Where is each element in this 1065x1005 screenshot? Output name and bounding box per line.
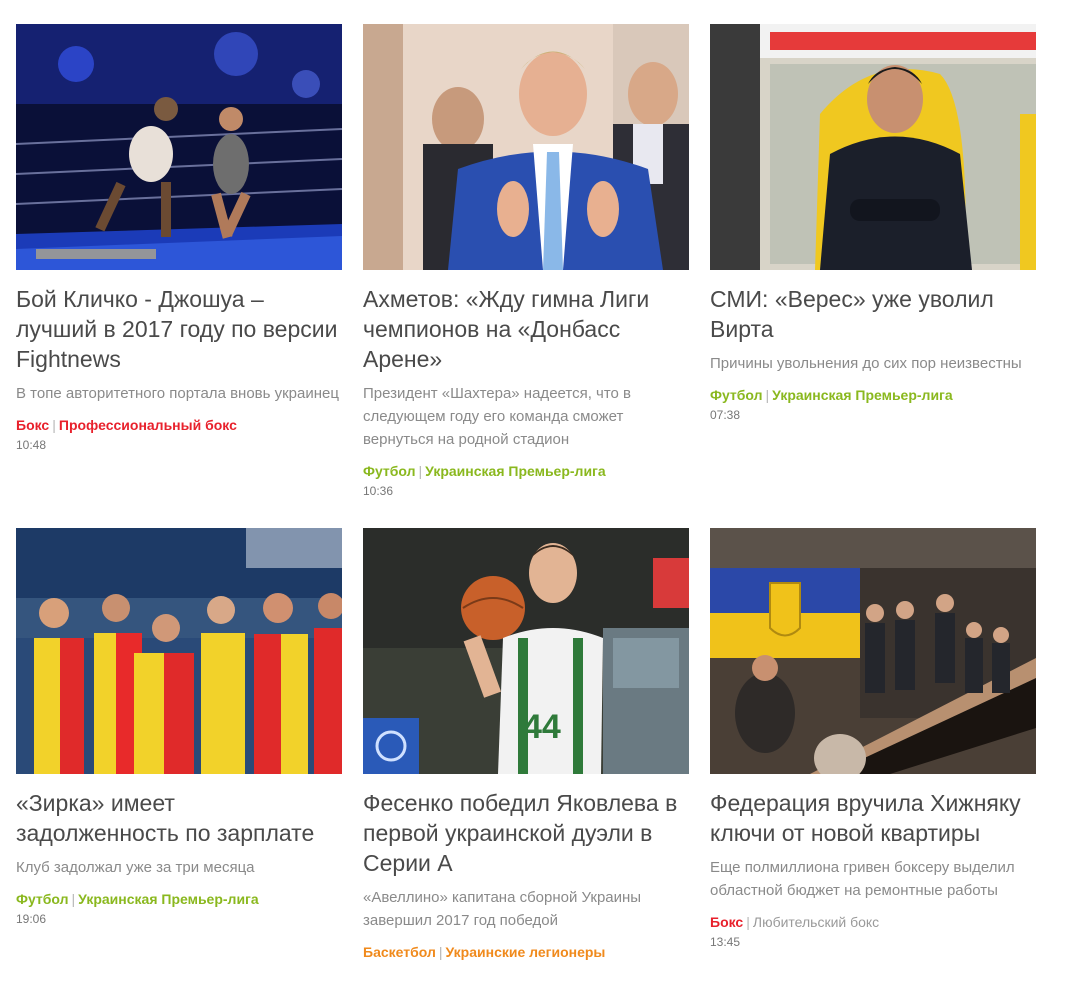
- article-tags: Футбол | Украинская Премьер-лига: [16, 889, 342, 909]
- ceremony-room-image: [710, 528, 1036, 774]
- tag-separator: |: [746, 914, 750, 930]
- tag-sport[interactable]: Бокс: [16, 417, 49, 433]
- article-lead: Клуб задолжал уже за три месяца: [16, 859, 255, 876]
- man-clapping-image: [363, 24, 689, 270]
- tag-separator: |: [52, 417, 56, 433]
- tag-sport[interactable]: Футбол: [710, 387, 763, 403]
- article-tags: Баскетбол | Украинские легионеры: [363, 942, 689, 962]
- article-time: 13:45: [710, 935, 741, 949]
- tag-category[interactable]: Украинская Премьер-лига: [425, 463, 606, 479]
- news-card[interactable]: «Зирка» имеет задолженность по зарплате …: [16, 528, 342, 927]
- article-title[interactable]: СМИ: «Верес» уже уволил Вирта: [710, 284, 1036, 344]
- article-image-link[interactable]: [710, 528, 1036, 774]
- tag-category[interactable]: Украинские легионеры: [445, 944, 605, 960]
- article-lead: Еще полмиллиона гривен боксеру выделил о…: [710, 859, 1015, 899]
- news-card[interactable]: Ахметов: «Жду гимна Лиги чемпионов на «Д…: [363, 24, 689, 499]
- tag-sport[interactable]: Футбол: [16, 891, 69, 907]
- news-card[interactable]: Федерация вручила Хижняку ключи от новой…: [710, 528, 1036, 950]
- tag-separator: |: [418, 463, 423, 479]
- article-tags: Футбол | Украинская Премьер-лига: [363, 461, 689, 481]
- svg-text:44: 44: [523, 708, 561, 746]
- article-image-link[interactable]: [16, 24, 342, 270]
- news-card[interactable]: Бой Кличко - Джошуа – лучший в 2017 году…: [16, 24, 342, 453]
- article-title[interactable]: Федерация вручила Хижняку ключи от новой…: [710, 788, 1036, 848]
- article-title[interactable]: «Зирка» имеет задолженность по зарплате: [16, 788, 342, 848]
- article-image-link[interactable]: 44: [363, 528, 689, 774]
- tag-sport[interactable]: Футбол: [363, 463, 416, 479]
- tag-sport[interactable]: Баскетбол: [363, 944, 436, 960]
- article-title[interactable]: Ахметов: «Жду гимна Лиги чемпионов на «Д…: [363, 284, 689, 374]
- news-card[interactable]: 44 Фесенко победил Яковлева в первой укр…: [363, 528, 689, 964]
- article-time: 19:06: [16, 912, 47, 926]
- article-lead: Президент «Шахтера» надеется, что в след…: [363, 385, 632, 448]
- news-card[interactable]: СМИ: «Верес» уже уволил Вирта Причины ув…: [710, 24, 1036, 423]
- tag-sport[interactable]: Бокс: [710, 914, 743, 930]
- article-lead: «Авеллино» капитана сборной Украины заве…: [363, 889, 642, 929]
- basketball-player-image: 44: [363, 528, 689, 774]
- article-time: 10:36: [363, 484, 394, 498]
- tag-category[interactable]: Украинская Премьер-лига: [78, 891, 259, 907]
- article-time: 10:48: [16, 438, 47, 452]
- tag-category[interactable]: Профессиональный бокс: [59, 417, 237, 433]
- article-image-link[interactable]: [363, 24, 689, 270]
- coach-bench-image: [710, 24, 1036, 270]
- article-image-link[interactable]: [16, 528, 342, 774]
- news-grid: Бой Кличко - Джошуа – лучший в 2017 году…: [0, 0, 1065, 1005]
- article-title[interactable]: Фесенко победил Яковлева в первой украин…: [363, 788, 689, 878]
- football-team-image: [16, 528, 342, 774]
- article-tags: Бокс | Любительский бокс: [710, 912, 1036, 932]
- article-image-link[interactable]: [710, 24, 1036, 270]
- article-lead: Причины увольнения до сих пор неизвестны: [710, 355, 1022, 372]
- tag-category[interactable]: Любительский бокс: [753, 914, 879, 930]
- article-tags: Футбол | Украинская Премьер-лига: [710, 385, 1036, 405]
- article-title[interactable]: Бой Кличко - Джошуа – лучший в 2017 году…: [16, 284, 342, 374]
- tag-separator: |: [765, 387, 770, 403]
- boxing-ring-image: [16, 24, 342, 270]
- article-tags: Бокс | Профессиональный бокс: [16, 415, 342, 435]
- tag-category[interactable]: Украинская Премьер-лига: [772, 387, 953, 403]
- article-time: 07:38: [710, 408, 741, 422]
- tag-separator: |: [71, 891, 76, 907]
- article-lead: В топе авторитетного портала вновь украи…: [16, 385, 339, 402]
